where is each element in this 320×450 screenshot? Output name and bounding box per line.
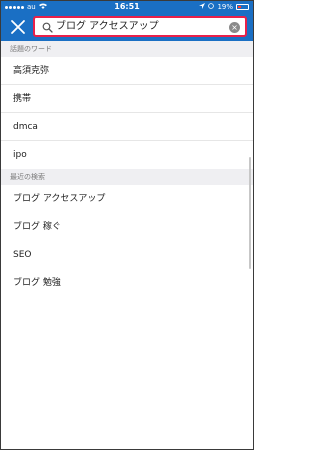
trending-item[interactable]: dmca — [1, 113, 253, 141]
battery-icon — [236, 4, 249, 10]
trending-item[interactable]: 携帯 — [1, 85, 253, 113]
recent-search-item[interactable]: SEO — [1, 241, 253, 269]
alarm-icon — [208, 3, 215, 11]
battery-percent: 19% — [217, 3, 233, 11]
recent-search-item[interactable]: ブログ アクセスアップ — [1, 185, 253, 213]
search-field[interactable]: ブログ アクセスアップ × — [33, 16, 247, 37]
status-bar: au 16:51 19% — [1, 1, 253, 13]
trending-item[interactable]: ipo — [1, 141, 253, 169]
close-icon — [11, 20, 25, 34]
location-icon — [199, 3, 206, 11]
scrollbar[interactable] — [249, 157, 251, 269]
recent-search-item[interactable]: ブログ 稼ぐ — [1, 213, 253, 241]
search-input[interactable]: ブログ アクセスアップ — [56, 20, 159, 34]
trending-section-title: 話題のワード — [1, 41, 253, 57]
close-button[interactable] — [10, 19, 26, 35]
recent-search-item[interactable]: ブログ 勉強 — [1, 269, 253, 297]
clear-search-icon[interactable]: × — [229, 22, 240, 33]
search-field-inner: ブログ アクセスアップ × — [37, 19, 243, 34]
search-icon — [42, 22, 53, 33]
trending-item[interactable]: 高須克弥 — [1, 57, 253, 85]
search-header: ブログ アクセスアップ × — [1, 13, 253, 41]
recent-section-title: 最近の検索 — [1, 169, 253, 185]
status-right: 19% — [199, 3, 249, 11]
app-screen: au 16:51 19% ブログ アクセスアップ × 話題のワード 高須克弥 携… — [0, 0, 254, 450]
